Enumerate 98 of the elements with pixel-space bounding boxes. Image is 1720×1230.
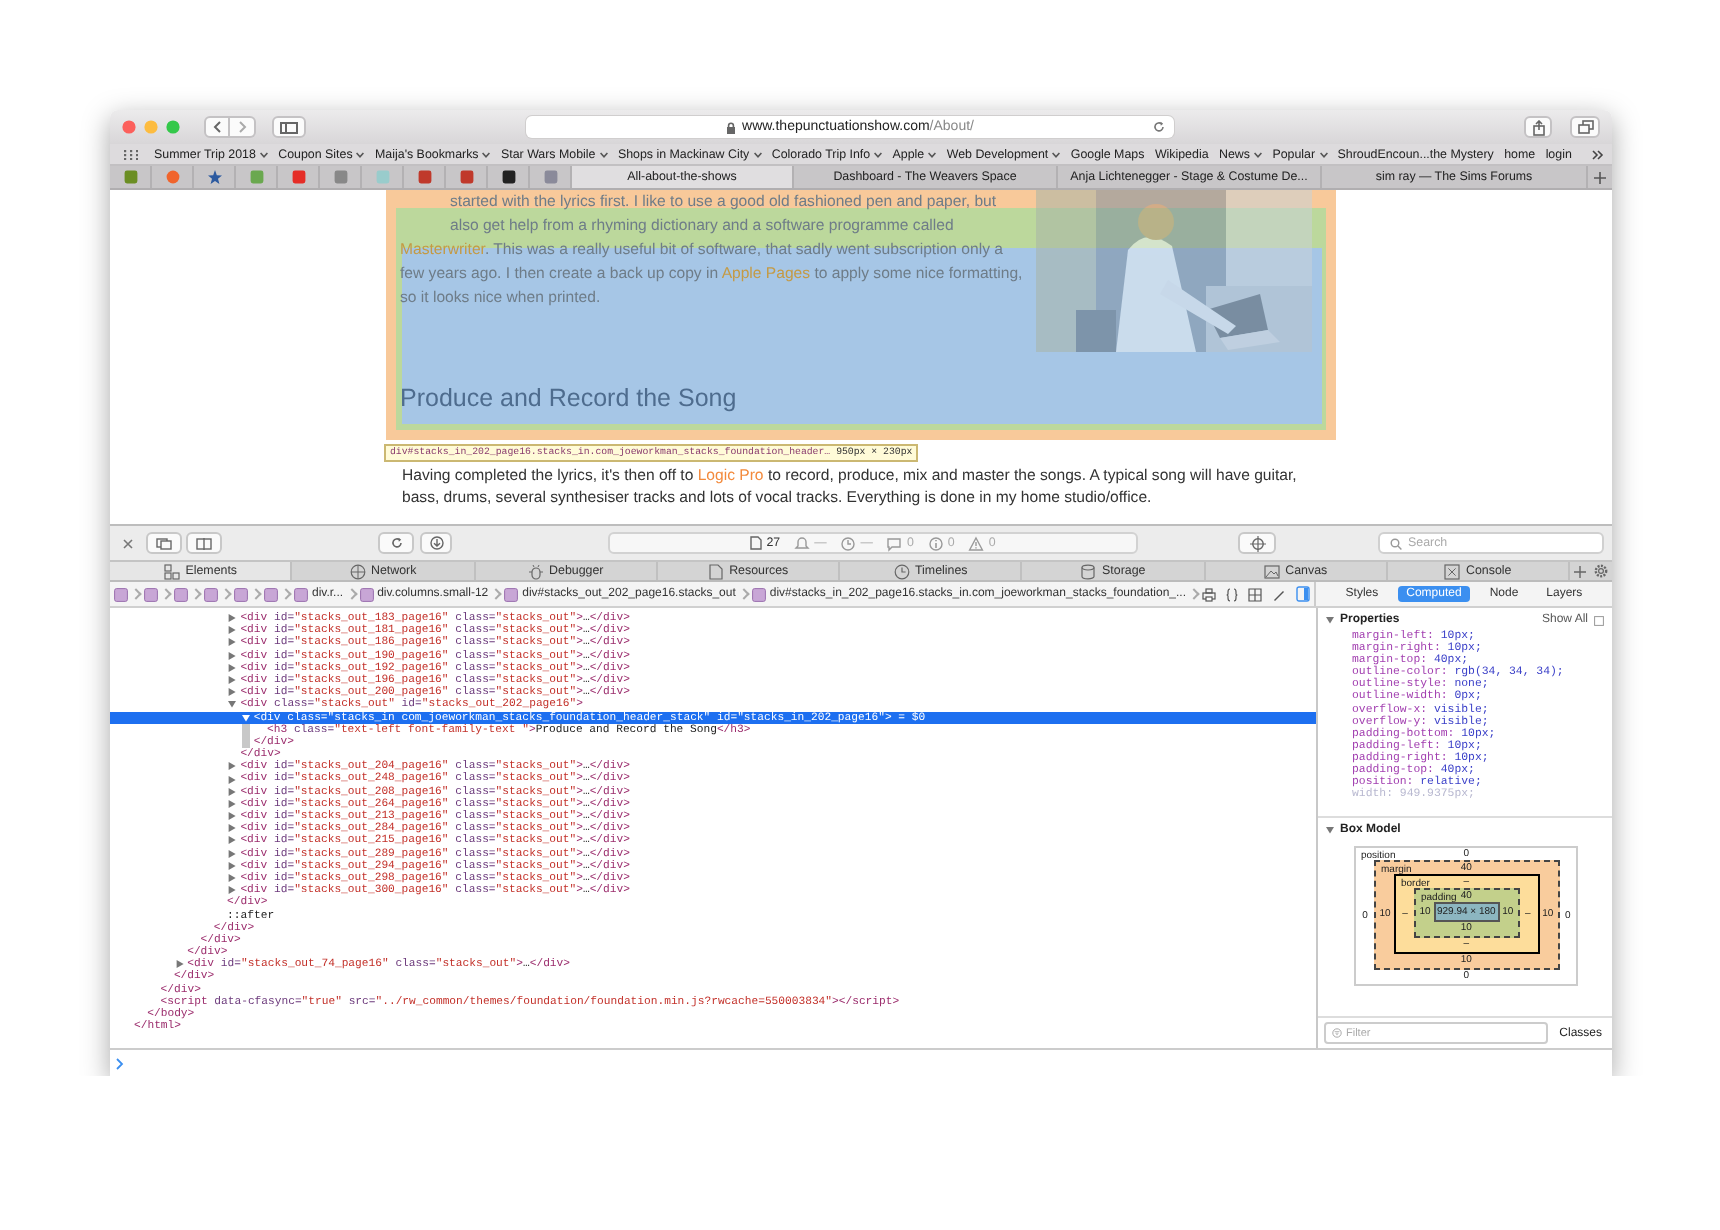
disclosure-triangle-icon[interactable] — [228, 614, 237, 623]
back-button[interactable] — [204, 116, 230, 138]
squares-icon — [163, 563, 180, 579]
braces-icon[interactable] — [1226, 587, 1239, 601]
section-heading: Produce and Record the Song — [400, 382, 737, 414]
reload-icon — [389, 536, 403, 550]
disclosure-triangle-icon[interactable] — [228, 762, 237, 771]
caret-icon — [356, 151, 365, 157]
element-icon — [504, 587, 519, 601]
close-icon[interactable] — [122, 537, 134, 549]
pencil-icon[interactable] — [1272, 587, 1287, 601]
disclosure-triangle-icon[interactable] — [228, 651, 237, 660]
bell-icon — [794, 535, 811, 551]
grid-icon — [124, 149, 138, 159]
clock-icon — [840, 535, 857, 551]
disclosure-triangle-icon[interactable] — [228, 676, 237, 685]
plus-icon[interactable] — [1574, 565, 1586, 577]
windows-icon — [156, 537, 172, 549]
caret-icon — [259, 151, 268, 157]
disclosure-triangle-icon[interactable] — [228, 861, 237, 870]
element-icon — [114, 587, 128, 601]
inspect-button[interactable] — [1238, 532, 1276, 554]
square-cross-icon — [1444, 563, 1461, 579]
filter-icon — [1332, 1028, 1342, 1038]
element-icon — [174, 587, 188, 601]
reload-button[interactable] — [378, 532, 414, 554]
plus-icon — [1594, 171, 1606, 183]
chevron-right-icon — [237, 120, 247, 134]
tabs-overview-button[interactable] — [1570, 116, 1600, 138]
element-icon — [751, 587, 766, 601]
lock-icon — [726, 121, 737, 133]
sidebar-icon — [280, 121, 298, 133]
disclosure-triangle-icon[interactable] — [228, 775, 237, 784]
warning-icon — [968, 535, 985, 551]
search-icon — [1390, 537, 1402, 549]
disclosure-triangle-icon[interactable] — [228, 836, 237, 845]
new-tab-button[interactable] — [1588, 166, 1612, 188]
document-icon — [750, 536, 763, 550]
site-icon[interactable] — [207, 170, 221, 184]
crosshair-icon — [1249, 535, 1265, 551]
info-icon — [927, 535, 944, 551]
speech-bubble-icon — [886, 535, 903, 551]
document-icon — [707, 563, 724, 579]
disclosure-triangle-icon[interactable] — [175, 960, 184, 969]
reload-icon[interactable] — [1152, 120, 1166, 134]
more-chevrons-icon[interactable] — [1592, 149, 1604, 159]
element-icon — [204, 587, 218, 601]
clock-icon — [893, 563, 909, 579]
overlapping-squares-icon — [1577, 120, 1593, 134]
checkbox[interactable] — [1594, 615, 1604, 625]
caret-icon — [753, 151, 762, 157]
caret-icon — [874, 151, 883, 157]
prompt-chevron-icon[interactable] — [116, 1057, 124, 1069]
disclosure-triangle-icon[interactable] — [228, 626, 237, 635]
caret-icon — [1052, 151, 1061, 157]
element-icon — [359, 587, 374, 601]
disclosure-triangle-icon[interactable] — [228, 663, 237, 672]
download-button[interactable] — [420, 532, 452, 554]
share-button[interactable] — [1524, 116, 1552, 138]
disclosure-triangle-icon[interactable] — [228, 874, 237, 883]
sidebar-button[interactable] — [272, 116, 306, 138]
disclosure-triangle-icon[interactable] — [228, 799, 237, 808]
caret-icon — [599, 151, 608, 157]
caret-icon — [928, 151, 937, 157]
disclosure-triangle-icon[interactable] — [228, 824, 237, 833]
disclosure-triangle-icon[interactable] — [1326, 826, 1334, 834]
globe-icon — [349, 563, 366, 579]
sidebar-toggle-icon[interactable] — [1296, 586, 1311, 602]
close-button[interactable] — [122, 120, 136, 134]
disclosure-triangle-icon[interactable] — [228, 700, 237, 709]
site-icon[interactable] — [501, 170, 515, 184]
bug-icon — [527, 563, 544, 579]
caret-icon — [1319, 151, 1328, 157]
element-icon — [264, 587, 278, 601]
caret-icon — [1253, 151, 1262, 157]
split-panel-icon — [196, 537, 212, 549]
image-icon — [1263, 563, 1280, 579]
chevron-left-icon — [212, 120, 222, 134]
element-icon — [294, 587, 308, 601]
disclosure-triangle-icon[interactable] — [1326, 616, 1334, 624]
element-icon — [234, 587, 248, 601]
settings-icon[interactable] — [1594, 564, 1608, 578]
caret-icon — [482, 151, 491, 157]
disclosure-triangle-icon[interactable] — [228, 886, 237, 895]
grid-icon[interactable] — [1248, 587, 1263, 601]
dock-button[interactable] — [186, 532, 222, 554]
disclosure-triangle-icon[interactable] — [228, 849, 237, 858]
printer-icon[interactable] — [1202, 587, 1217, 601]
dock-button[interactable] — [146, 532, 182, 554]
share-icon — [1531, 119, 1545, 135]
disclosure-triangle-icon[interactable] — [228, 688, 237, 697]
disclosure-triangle-icon[interactable] — [241, 713, 250, 722]
element-icon — [144, 587, 158, 601]
disclosure-triangle-icon[interactable] — [228, 787, 237, 796]
download-icon — [429, 536, 443, 550]
disclosure-triangle-icon[interactable] — [228, 812, 237, 821]
database-icon — [1080, 563, 1097, 579]
disclosure-triangle-icon[interactable] — [228, 638, 237, 647]
